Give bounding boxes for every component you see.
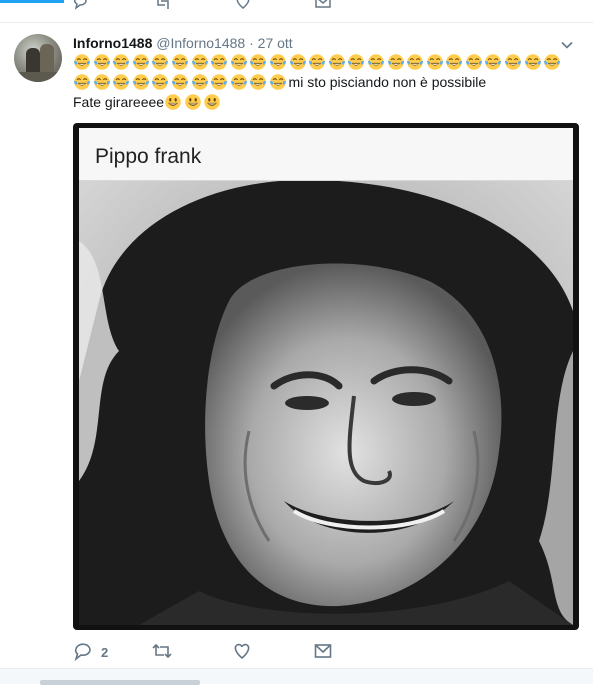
tears-of-joy-emoji-icon (113, 54, 130, 70)
tears-of-joy-emoji-icon (289, 54, 306, 70)
tears-of-joy-emoji-icon (269, 54, 287, 70)
separator-dot: · (249, 35, 254, 51)
tears-of-joy-emoji-icon (524, 54, 541, 70)
tears-of-joy-emoji-icon (504, 54, 522, 70)
tears-of-joy-emoji-icon (113, 73, 130, 90)
tweet[interactable]: Inforno1488 @Inforno1488 · 27 ott mi sto… (0, 23, 593, 668)
tweet-text-fate: Fate girareeee (73, 94, 165, 110)
avatar-figure (26, 48, 40, 74)
tears-of-joy-emoji-icon (73, 54, 91, 70)
tweet-media-image[interactable]: Pippo frank (73, 123, 579, 630)
previous-tweet-actions (0, 0, 593, 23)
retweet-icon[interactable] (155, 0, 173, 10)
like-icon[interactable] (234, 0, 252, 10)
grinning-emoji-icon (204, 94, 220, 110)
tears-of-joy-emoji-icon (152, 73, 169, 90)
tears-of-joy-emoji-icon (485, 54, 502, 70)
grinning-emoji-icon (184, 94, 201, 110)
message-icon[interactable] (314, 0, 332, 10)
tears-of-joy-emoji-icon (73, 73, 91, 90)
avatar[interactable] (14, 34, 62, 82)
tears-of-joy-emoji-icon (211, 73, 228, 90)
tears-of-joy-emoji-icon (328, 54, 345, 70)
message-icon[interactable] (313, 641, 333, 661)
image-caption: Pippo frank (95, 145, 202, 168)
retweet-icon[interactable] (151, 641, 173, 661)
tears-of-joy-emoji-icon (132, 73, 149, 90)
tears-of-joy-emoji-icon (387, 54, 404, 70)
tweet-text: mi sto pisciando non è possibile Fate gi… (73, 53, 573, 113)
tears-of-joy-emoji-icon (426, 54, 443, 70)
tears-of-joy-emoji-icon (93, 73, 110, 90)
tears-of-joy-emoji-icon (132, 54, 149, 70)
tears-of-joy-emoji-icon (406, 54, 424, 70)
tears-of-joy-emoji-icon (230, 73, 247, 90)
tears-of-joy-emoji-icon (191, 73, 208, 90)
avatar-figure (40, 44, 54, 74)
tears-of-joy-emoji-icon (171, 73, 189, 90)
tab-indicator (0, 0, 64, 3)
reply-icon[interactable] (73, 0, 91, 10)
tears-of-joy-emoji-icon (465, 54, 482, 70)
tears-of-joy-emoji-icon (152, 54, 169, 70)
avatar-ground (14, 72, 62, 82)
tweet-text-line: Fate girareeee (73, 93, 573, 113)
reply-icon[interactable] (73, 641, 93, 661)
tears-of-joy-emoji-icon (93, 54, 110, 70)
chevron-down-icon[interactable] (561, 39, 573, 51)
tweet-actions: 2 (73, 641, 373, 663)
tears-of-joy-emoji-icon (230, 54, 247, 70)
display-name[interactable]: Inforno1488 (73, 35, 152, 51)
tears-of-joy-emoji-icon (544, 54, 561, 70)
reply-count: 2 (101, 645, 109, 660)
tears-of-joy-emoji-icon (191, 54, 208, 70)
tears-of-joy-emoji-icon (211, 54, 228, 70)
tears-of-joy-emoji-icon (367, 54, 385, 70)
tears-of-joy-emoji-icon (446, 54, 463, 70)
next-tweet-context-text (40, 680, 200, 685)
tears-of-joy-emoji-icon (171, 54, 189, 70)
tweet-header: Inforno1488 @Inforno1488 · 27 ott (73, 34, 293, 52)
tears-of-joy-emoji-icon (348, 54, 365, 70)
tweet-time[interactable]: 27 ott (258, 35, 293, 51)
tears-of-joy-emoji-icon (250, 73, 267, 90)
user-handle[interactable]: @Inforno1488 (156, 35, 245, 51)
tears-of-joy-emoji-icon (250, 54, 267, 70)
image-caption-bar: Pippo frank (79, 128, 573, 181)
tears-of-joy-emoji-icon (309, 54, 326, 70)
emoji-row (73, 53, 573, 73)
like-icon[interactable] (232, 641, 252, 661)
next-tweet-context (0, 669, 593, 685)
emoji-row: mi sto pisciando non è possibile (73, 73, 573, 93)
grinning-emoji-icon (165, 94, 181, 110)
tears-of-joy-emoji-icon (269, 73, 287, 90)
portrait-photo (79, 181, 573, 625)
tweet-text-tail: mi sto pisciando non è possibile (288, 73, 487, 90)
